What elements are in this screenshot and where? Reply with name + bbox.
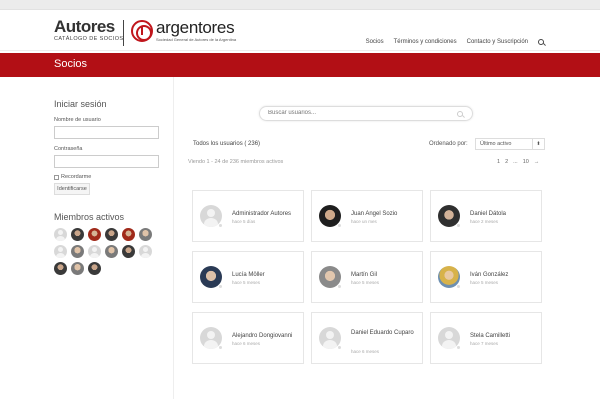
avatar[interactable] <box>71 228 84 241</box>
tab-all-members[interactable]: Todos los usuarios ( 236) <box>193 141 260 147</box>
avatar[interactable] <box>105 228 118 241</box>
next-page-arrow[interactable]: → <box>534 159 540 165</box>
member-last-active: hace 5 meses <box>470 280 499 285</box>
member-card[interactable]: Daniel Eduardo Cuparo hace 6 meses <box>311 312 423 364</box>
member-card[interactable]: Stela Camilletti hace 7 meses <box>430 312 542 364</box>
autores-sub: CATÁLOGO DE SOCIOS <box>54 36 124 42</box>
member-card[interactable]: Juan Angel Sozio hace un mes <box>311 190 423 242</box>
content-area: Iniciar sesión Nombre de usuario Contras… <box>0 77 600 399</box>
avatar[interactable] <box>105 245 118 258</box>
member-last-active: hace 7 meses <box>470 341 499 346</box>
viewing-count: Viendo 1 - 24 de 236 miembros activos <box>188 159 284 165</box>
browser-topbar <box>0 0 600 10</box>
member-card[interactable]: Martín Gil hace 5 meses <box>311 251 423 303</box>
username-label: Nombre de usuario <box>54 117 101 123</box>
site-header: Autores CATÁLOGO DE SOCIOS argentores So… <box>0 10 600 51</box>
login-button[interactable]: Identificarse <box>54 183 90 195</box>
member-card[interactable]: Daniel Dátola hace 2 meses <box>430 190 542 242</box>
argentores-logo[interactable]: argentores Sociedad General de Autores d… <box>131 19 236 42</box>
nav-socios[interactable]: Socios <box>366 39 384 45</box>
member-card[interactable]: Lucía Möller hace 5 meses <box>192 251 304 303</box>
order-label: Ordenado por: <box>429 141 468 147</box>
status-dot <box>218 284 223 289</box>
avatar[interactable] <box>71 262 84 275</box>
password-field[interactable] <box>54 155 159 168</box>
member-card[interactable]: Alejandro Dongiovanni hace 6 meses <box>192 312 304 364</box>
chevron-down-icon: ⬍ <box>532 139 544 149</box>
nav-terminos[interactable]: Términos y condiciones <box>394 39 457 45</box>
avatar[interactable] <box>88 245 101 258</box>
avatar[interactable] <box>54 228 67 241</box>
status-dot <box>456 223 461 228</box>
active-members-title: Miembros activos <box>54 212 125 222</box>
login-title: Iniciar sesión <box>54 99 107 109</box>
avatar[interactable] <box>88 262 101 275</box>
avatar[interactable] <box>122 228 135 241</box>
avatar[interactable] <box>139 245 152 258</box>
status-dot <box>456 345 461 350</box>
search-input[interactable] <box>268 110 448 116</box>
active-members-avatars <box>54 228 154 275</box>
member-name[interactable]: Daniel Dátola <box>470 210 540 218</box>
member-name[interactable]: Stela Camilletti <box>470 332 540 340</box>
argentores-brand: argentores <box>156 18 235 37</box>
argentores-sub: Sociedad General de Autores de la Argent… <box>156 37 237 42</box>
avatar[interactable] <box>54 245 67 258</box>
member-last-active: hace 5 meses <box>232 280 261 285</box>
member-name[interactable]: Lucía Möller <box>232 271 302 279</box>
avatar[interactable] <box>139 228 152 241</box>
status-dot <box>218 345 223 350</box>
order-select[interactable]: Último activo ⬍ <box>475 138 545 150</box>
member-card[interactable]: Iván González hace 5 meses <box>430 251 542 303</box>
remember-label: Recordarme <box>61 174 92 180</box>
member-name[interactable]: Iván González <box>470 271 540 279</box>
member-name[interactable]: Martín Gil <box>351 271 421 279</box>
member-last-active: hace un mes <box>351 219 377 224</box>
order-selected: Último activo <box>480 141 512 147</box>
logo-separator <box>123 20 124 46</box>
remember-checkbox[interactable] <box>54 174 59 180</box>
page-1[interactable]: 1 <box>497 159 500 165</box>
page-title-bar: Socios <box>0 53 600 77</box>
status-dot <box>218 223 223 228</box>
search-icon[interactable] <box>538 39 544 45</box>
member-last-active: hace 2 meses <box>470 219 499 224</box>
password-label: Contraseña <box>54 146 83 152</box>
status-dot <box>337 223 342 228</box>
status-dot <box>456 284 461 289</box>
remember-row: Recordarme <box>54 174 91 180</box>
member-name[interactable]: Daniel Eduardo Cuparo <box>351 329 421 337</box>
username-field[interactable] <box>54 126 159 139</box>
members-directory: Todos los usuarios ( 236) Ordenado por: … <box>175 77 600 399</box>
page-2[interactable]: 2 <box>505 159 508 165</box>
avatar[interactable] <box>122 245 135 258</box>
member-last-active: hace 5 meses <box>351 280 380 285</box>
page-title: Socios <box>54 58 88 70</box>
avatar[interactable] <box>88 228 101 241</box>
pagination: 1 2 ... 10 → <box>497 159 539 165</box>
autores-brand: Autores <box>54 17 115 36</box>
sidebar: Iniciar sesión Nombre de usuario Contras… <box>0 77 174 399</box>
page-ellipsis: ... <box>513 159 518 165</box>
autores-logo[interactable]: Autores CATÁLOGO DE SOCIOS <box>54 17 124 42</box>
member-last-active: hace 5 días <box>232 219 256 224</box>
status-dot <box>337 284 342 289</box>
member-name[interactable]: Juan Angel Sozio <box>351 210 421 218</box>
avatar[interactable] <box>71 245 84 258</box>
argentores-seal-icon <box>131 19 153 42</box>
member-name[interactable]: Administrador Autores <box>232 210 302 218</box>
member-search <box>259 106 473 121</box>
member-card[interactable]: Administrador Autores hace 5 días <box>192 190 304 242</box>
nav-contacto[interactable]: Contacto y Suscripción <box>467 39 528 45</box>
main-nav: Socios Términos y condiciones Contacto y… <box>366 39 544 45</box>
member-name[interactable]: Alejandro Dongiovanni <box>232 332 302 340</box>
member-last-active: hace 6 meses <box>351 349 380 354</box>
member-last-active: hace 6 meses <box>232 341 261 346</box>
avatar[interactable] <box>54 262 67 275</box>
search-icon[interactable] <box>457 111 463 117</box>
page-10[interactable]: 10 <box>523 159 529 165</box>
status-dot <box>337 345 342 350</box>
